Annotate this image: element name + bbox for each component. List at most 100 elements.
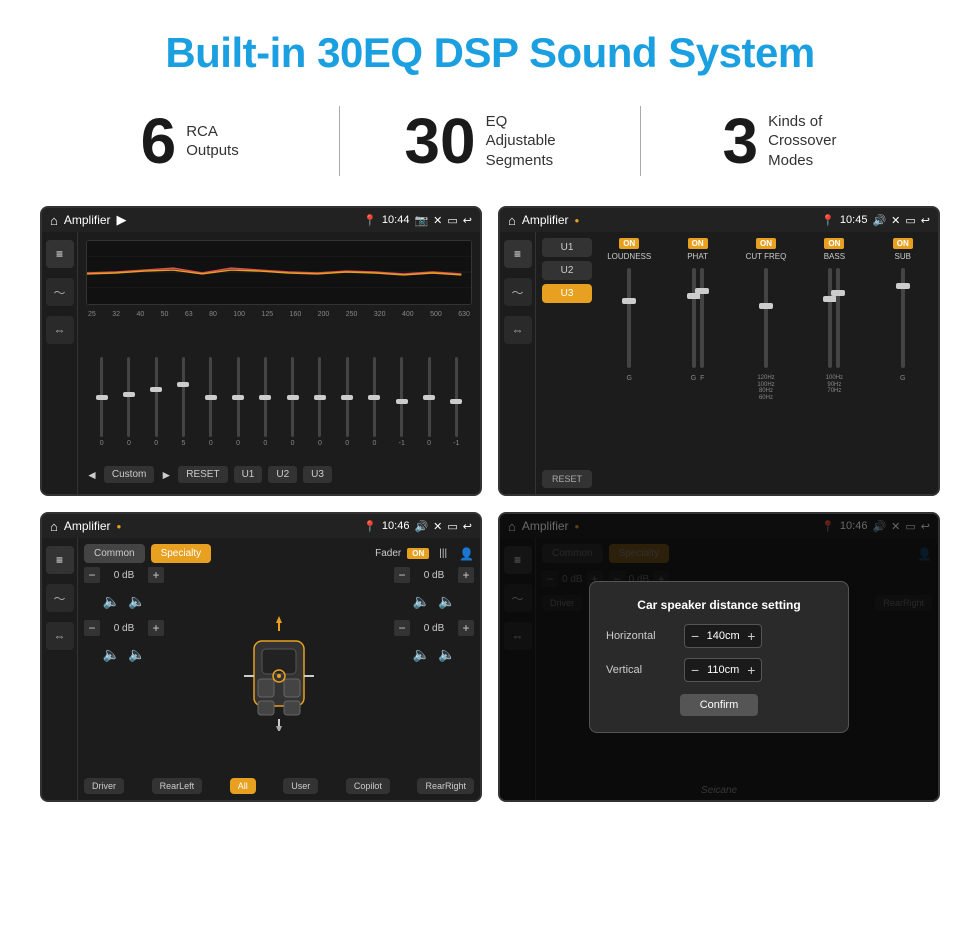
user-btn[interactable]: User: [283, 778, 318, 794]
u3-btn-amp[interactable]: U3: [542, 284, 592, 303]
u3-btn[interactable]: U3: [303, 466, 332, 483]
custom-btn[interactable]: Custom: [104, 466, 154, 483]
copilot-btn[interactable]: Copilot: [346, 778, 390, 794]
reset-btn[interactable]: RESET: [178, 466, 227, 483]
stat-eq-number: 30: [404, 109, 475, 173]
screen3-header-right: 📍 10:46 🔊 ✕ ▭ ↩: [363, 520, 472, 533]
plus-btn-1[interactable]: +: [148, 567, 164, 583]
eq-slider-11[interactable]: -1: [390, 357, 413, 457]
all-btn[interactable]: All: [230, 778, 256, 794]
phat-slider2[interactable]: [700, 268, 704, 368]
eq-slider-3[interactable]: 5: [172, 357, 195, 457]
bass-hz: 100Hz90Hz70Hz: [826, 375, 843, 395]
dialog-overlay: Car speaker distance setting Horizontal …: [500, 514, 938, 800]
loudness-slider[interactable]: [627, 268, 631, 368]
sidebar-wave-btn-2[interactable]: 〜: [504, 278, 532, 306]
page-title: Built-in 30EQ DSP Sound System: [165, 30, 814, 76]
bass-slider2[interactable]: [836, 268, 840, 368]
sidebar-arrows-btn-3[interactable]: ⇔: [46, 622, 74, 650]
sidebar-eq-btn[interactable]: ≡: [46, 240, 74, 268]
screen1-content: ≡ 〜 ⇔: [42, 232, 480, 494]
eq-slider-1[interactable]: 0: [117, 357, 140, 457]
screen2-content: ≡ 〜 ⇔ U1 U2 U3 RESET: [500, 232, 938, 494]
reset-btn-amp[interactable]: RESET: [542, 470, 592, 488]
amp-cutfreq: ON CUT FREQ 120Hz100Hz80Hz60Hz: [737, 238, 795, 488]
stat-eq-text: EQ AdjustableSegments: [486, 112, 576, 171]
prev-arrow[interactable]: ◄: [86, 468, 98, 482]
eq-sliders: 0 0 0 5: [86, 324, 472, 457]
specialty-tab[interactable]: Specialty: [151, 544, 212, 563]
screen-fader-dialog: ⌂ Amplifier ● 📍 10:46 🔊 ✕ ▭ ↩ ≡ 〜 ⇔: [498, 512, 940, 802]
driver-btn[interactable]: Driver: [84, 778, 124, 794]
cutfreq-label: CUT FREQ: [746, 252, 787, 261]
rearleft-btn[interactable]: RearLeft: [152, 778, 203, 794]
plus-btn-2[interactable]: +: [148, 620, 164, 636]
vertical-plus[interactable]: +: [747, 662, 755, 678]
back-icon-2: ↩: [921, 214, 930, 227]
next-arrow[interactable]: ►: [160, 468, 172, 482]
sidebar-eq-btn-3[interactable]: ≡: [46, 546, 74, 574]
horizontal-input-group: − 140cm +: [684, 624, 762, 648]
common-tab[interactable]: Common: [84, 544, 145, 563]
cutfreq-on: ON: [756, 238, 776, 249]
eq-slider-8[interactable]: 0: [308, 357, 331, 457]
eq-main: 25 32 40 50 63 80 100 125 160 200 250 32…: [78, 232, 480, 494]
minus-btn-3[interactable]: −: [394, 567, 410, 583]
left-speaker-icons: 🔈 🔈: [84, 593, 164, 610]
fader-left-top: − 0 dB +: [84, 567, 164, 583]
eq-slider-12[interactable]: 0: [417, 357, 440, 457]
loudness-label: LOUDNESS: [607, 252, 651, 261]
confirm-button[interactable]: Confirm: [680, 694, 759, 716]
eq-slider-2[interactable]: 0: [145, 357, 168, 457]
eq-slider-6[interactable]: 0: [254, 357, 277, 457]
minus-btn-2[interactable]: −: [84, 620, 100, 636]
u2-btn-amp[interactable]: U2: [542, 261, 592, 280]
vertical-label: Vertical: [606, 664, 676, 676]
eq-slider-13[interactable]: -1: [445, 357, 468, 457]
sub-g-label: G: [900, 375, 905, 383]
stat-eq: 30 EQ AdjustableSegments: [340, 109, 639, 173]
eq-freq-labels: 25 32 40 50 63 80 100 125 160 200 250 32…: [86, 311, 472, 318]
plus-btn-4[interactable]: +: [458, 620, 474, 636]
sidebar-arrows-btn[interactable]: ⇔: [46, 316, 74, 344]
vertical-minus[interactable]: −: [691, 662, 699, 678]
bass-slider1[interactable]: [828, 268, 832, 368]
sidebar-wave-btn-3[interactable]: 〜: [46, 584, 74, 612]
dot-icon-3: ●: [117, 522, 122, 531]
minus-btn-4[interactable]: −: [394, 620, 410, 636]
cutfreq-hz: 120Hz100Hz80Hz60Hz: [757, 375, 774, 401]
speaker-icon-left-4: 🔈: [128, 646, 145, 663]
horizontal-minus[interactable]: −: [691, 628, 699, 644]
screen1-header-right: 📍 10:44 📷 ✕ ▭ ↩: [363, 214, 472, 227]
person-icon: 👤: [459, 547, 474, 561]
u1-btn-amp[interactable]: U1: [542, 238, 592, 257]
eq-slider-0[interactable]: 0: [90, 357, 113, 457]
fader-left-bottom: − 0 dB +: [84, 620, 164, 636]
stat-rca-number: 6: [141, 109, 177, 173]
volume-icon: 🔊: [872, 214, 886, 227]
eq-slider-10[interactable]: 0: [363, 357, 386, 457]
eq-slider-9[interactable]: 0: [336, 357, 359, 457]
horizontal-plus[interactable]: +: [747, 628, 755, 644]
eq-slider-7[interactable]: 0: [281, 357, 304, 457]
sidebar-wave-btn[interactable]: 〜: [46, 278, 74, 306]
rearright-btn[interactable]: RearRight: [417, 778, 474, 794]
sub-slider[interactable]: [901, 268, 905, 368]
plus-btn-3[interactable]: +: [458, 567, 474, 583]
u1-btn[interactable]: U1: [234, 466, 263, 483]
bass-label: BASS: [824, 252, 845, 261]
sidebar-eq-btn-2[interactable]: ≡: [504, 240, 532, 268]
eq-slider-4[interactable]: 0: [199, 357, 222, 457]
fader-value-1: 0 dB: [104, 570, 144, 581]
amp-phat: ON PHAT G F: [668, 238, 726, 488]
vertical-input-group: − 110cm +: [684, 658, 762, 682]
eq-slider-5[interactable]: 0: [226, 357, 249, 457]
minus-btn-1[interactable]: −: [84, 567, 100, 583]
screen3-header-left: ⌂ Amplifier ●: [50, 519, 121, 534]
sidebar-arrows-btn-2[interactable]: ⇔: [504, 316, 532, 344]
phat-slider1[interactable]: [692, 268, 696, 368]
cutfreq-slider[interactable]: [764, 268, 768, 368]
u2-btn[interactable]: U2: [268, 466, 297, 483]
stat-rca: 6 RCAOutputs: [40, 109, 339, 173]
fader-bars-icon: |||: [439, 548, 447, 559]
